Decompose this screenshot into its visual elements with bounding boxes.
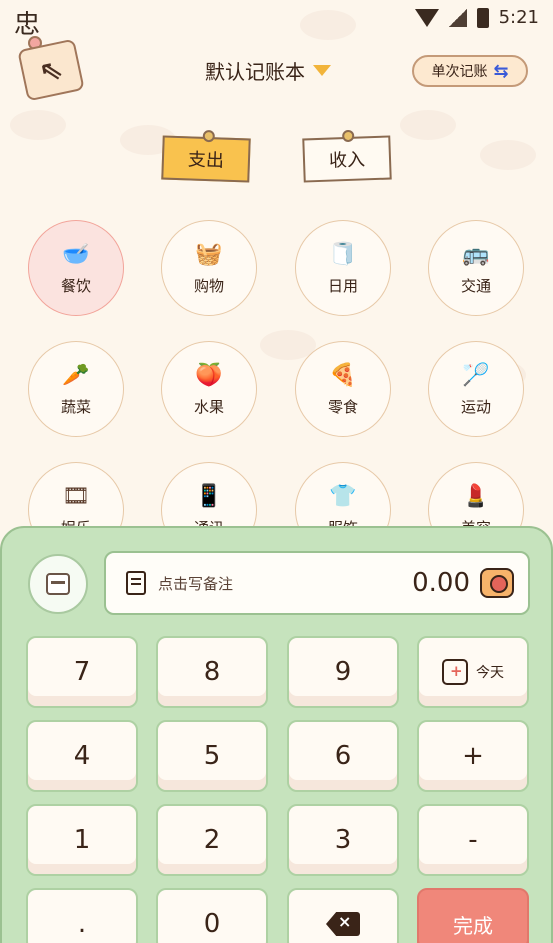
key-8[interactable]: 8	[156, 636, 268, 708]
key-5[interactable]: 5	[156, 720, 268, 792]
phone-icon: 📱	[195, 484, 223, 509]
lipstick-mirror-icon: 💄	[462, 484, 490, 509]
tab-income-label: 收入	[328, 149, 366, 172]
category-label: 交通	[460, 276, 491, 295]
key-7[interactable]: 7	[26, 636, 138, 708]
basket-icon: 🧺	[195, 242, 223, 267]
category-label: 日用	[327, 276, 358, 295]
background-pattern	[400, 110, 456, 140]
category-label: 餐饮	[60, 276, 91, 295]
tissue-icon: 🧻	[329, 242, 357, 267]
shuttlecock-icon: 🏸	[462, 363, 490, 388]
key-6[interactable]: 6	[287, 720, 399, 792]
tab-expense[interactable]: 支出	[161, 129, 251, 183]
note-placeholder: 点击写备注	[158, 574, 234, 593]
category-label: 水果	[193, 397, 224, 416]
key-4[interactable]: 4	[26, 720, 138, 792]
note-icon	[126, 571, 146, 595]
wallet-icon	[46, 573, 70, 595]
category-meal[interactable]: 🥣 餐饮	[28, 220, 124, 316]
key-3[interactable]: 3	[287, 804, 399, 876]
category-snacks[interactable]: 🍕 零食	[295, 341, 391, 437]
category-label: 运动	[460, 397, 491, 416]
key-decimal[interactable]: .	[26, 888, 138, 943]
key-1[interactable]: 1	[26, 804, 138, 876]
carrot-icon: 🥕	[62, 363, 90, 388]
date-label: 今天	[476, 665, 504, 681]
note-input[interactable]: 点击写备注 0.00	[104, 551, 530, 615]
key-9[interactable]: 9	[287, 636, 399, 708]
category-label: 蔬菜	[60, 397, 91, 416]
done-button[interactable]: 完成	[417, 888, 529, 943]
bus-icon: 🚌	[462, 242, 490, 267]
chevron-down-icon	[313, 65, 331, 76]
pin-decoration	[202, 129, 216, 143]
category-sports[interactable]: 🏸 运动	[428, 341, 524, 437]
back-button[interactable]: ⇖	[17, 38, 85, 102]
camera-icon[interactable]	[480, 568, 514, 598]
category-daily[interactable]: 🧻 日用	[295, 220, 391, 316]
category-label: 零食	[327, 397, 358, 416]
background-pattern	[10, 110, 66, 140]
status-time: 5:21	[498, 7, 539, 28]
shirt-icon: 👕	[329, 484, 357, 509]
category-vegetables[interactable]: 🥕 蔬菜	[28, 341, 124, 437]
keypad-panel: 点击写备注 0.00 7 8 9 今天 4 5 6 + 1 2 3 - . 0 …	[0, 526, 553, 943]
account-select-button[interactable]	[28, 554, 88, 614]
tab-expense-label: 支出	[187, 149, 225, 172]
swap-arrows-icon: ⇆	[493, 60, 509, 82]
amount-display: 0.00	[412, 568, 470, 598]
backspace-button[interactable]: ×	[287, 888, 399, 943]
signal-icon	[448, 8, 467, 27]
key-0[interactable]: 0	[156, 888, 268, 943]
pizza-icon: 🍕	[329, 363, 357, 388]
key-plus[interactable]: +	[417, 720, 529, 792]
backspace-icon: ×	[326, 912, 360, 936]
wifi-icon	[414, 8, 439, 27]
category-transport[interactable]: 🚌 交通	[428, 220, 524, 316]
calendar-icon	[442, 659, 468, 685]
entry-mode-label: 单次记账	[431, 64, 488, 80]
peach-icon: 🍑	[195, 363, 223, 388]
pin-decoration	[341, 129, 355, 143]
ledger-selector[interactable]: 默认记账本	[205, 56, 331, 85]
key-minus[interactable]: -	[417, 804, 529, 876]
date-button[interactable]: 今天	[417, 636, 529, 708]
category-shopping[interactable]: 🧺 购物	[161, 220, 257, 316]
background-pattern	[480, 140, 536, 170]
status-bar: 忠 5:21	[0, 0, 553, 40]
category-fruit[interactable]: 🍑 水果	[161, 341, 257, 437]
meal-icon: 🥣	[62, 242, 90, 267]
ledger-title: 默认记账本	[205, 60, 305, 84]
back-arrow-icon: ⇖	[36, 51, 66, 89]
film-reel-icon: 🎞	[62, 484, 90, 509]
tab-income[interactable]: 收入	[302, 129, 392, 183]
category-label: 购物	[193, 276, 224, 295]
key-2[interactable]: 2	[156, 804, 268, 876]
entry-mode-toggle[interactable]: 单次记账 ⇆	[412, 55, 528, 87]
battery-icon	[476, 7, 489, 28]
